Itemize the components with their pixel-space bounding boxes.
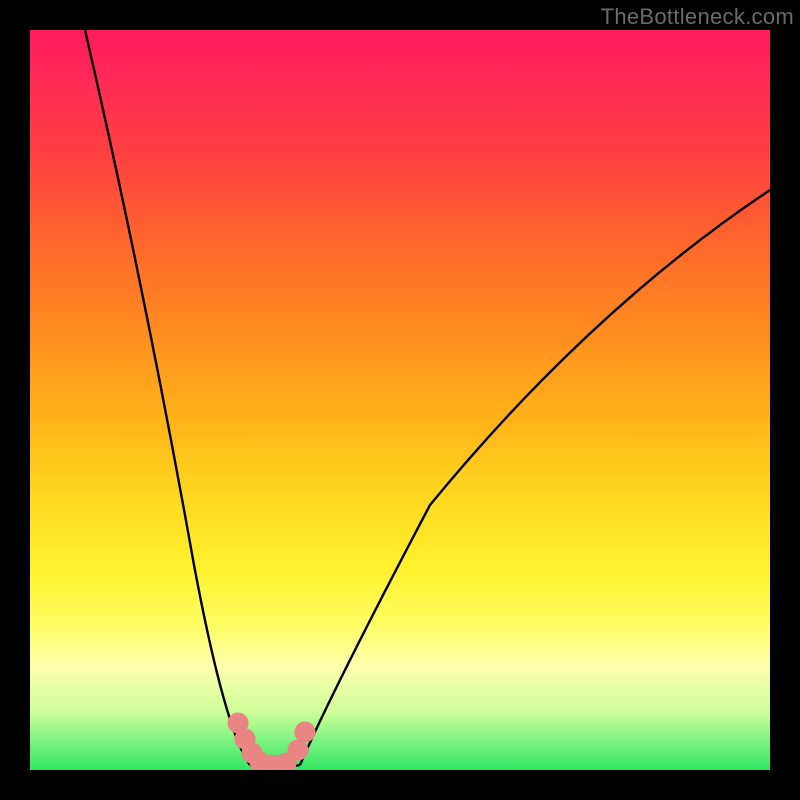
curve-left-branch <box>85 30 250 765</box>
watermark-text: TheBottleneck.com <box>601 4 794 30</box>
curve-right-branch <box>300 190 770 765</box>
chart-overlay <box>30 30 770 770</box>
chart-frame: TheBottleneck.com <box>0 0 800 800</box>
